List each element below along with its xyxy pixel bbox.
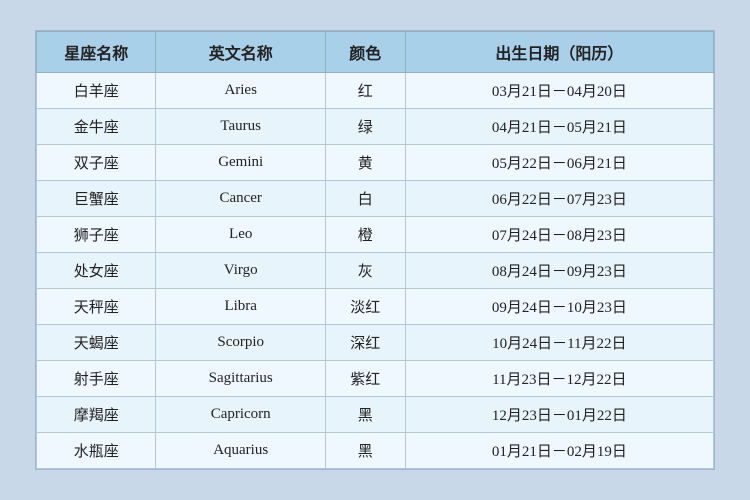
cell-color: 紫红 (325, 361, 405, 397)
table-row: 金牛座Taurus绿04月21日－05月21日 (37, 109, 714, 145)
cell-en: Taurus (156, 109, 325, 145)
cell-date: 08月24日－09月23日 (405, 253, 713, 289)
cell-zh: 双子座 (37, 145, 156, 181)
cell-en: Virgo (156, 253, 325, 289)
cell-zh: 白羊座 (37, 73, 156, 109)
table-row: 水瓶座Aquarius黑01月21日－02月19日 (37, 433, 714, 469)
table-row: 天蝎座Scorpio深红10月24日－11月22日 (37, 325, 714, 361)
cell-color: 灰 (325, 253, 405, 289)
cell-en: Sagittarius (156, 361, 325, 397)
table-header-row: 星座名称 英文名称 颜色 出生日期（阳历） (37, 32, 714, 73)
header-en: 英文名称 (156, 32, 325, 73)
cell-date: 06月22日－07月23日 (405, 181, 713, 217)
table-row: 处女座Virgo灰08月24日－09月23日 (37, 253, 714, 289)
cell-zh: 天秤座 (37, 289, 156, 325)
cell-date: 12月23日－01月22日 (405, 397, 713, 433)
cell-date: 04月21日－05月21日 (405, 109, 713, 145)
table-row: 摩羯座Capricorn黑12月23日－01月22日 (37, 397, 714, 433)
zodiac-table: 星座名称 英文名称 颜色 出生日期（阳历） 白羊座Aries红03月21日－04… (36, 31, 714, 469)
cell-zh: 巨蟹座 (37, 181, 156, 217)
cell-zh: 天蝎座 (37, 325, 156, 361)
header-color: 颜色 (325, 32, 405, 73)
cell-en: Libra (156, 289, 325, 325)
table-row: 双子座Gemini黄05月22日－06月21日 (37, 145, 714, 181)
cell-date: 09月24日－10月23日 (405, 289, 713, 325)
cell-zh: 摩羯座 (37, 397, 156, 433)
cell-zh: 狮子座 (37, 217, 156, 253)
cell-zh: 金牛座 (37, 109, 156, 145)
cell-color: 黑 (325, 397, 405, 433)
cell-color: 淡红 (325, 289, 405, 325)
cell-en: Aquarius (156, 433, 325, 469)
cell-date: 01月21日－02月19日 (405, 433, 713, 469)
cell-color: 黄 (325, 145, 405, 181)
table-row: 白羊座Aries红03月21日－04月20日 (37, 73, 714, 109)
cell-date: 10月24日－11月22日 (405, 325, 713, 361)
cell-date: 05月22日－06月21日 (405, 145, 713, 181)
cell-color: 黑 (325, 433, 405, 469)
cell-zh: 射手座 (37, 361, 156, 397)
cell-color: 红 (325, 73, 405, 109)
table-row: 巨蟹座Cancer白06月22日－07月23日 (37, 181, 714, 217)
cell-zh: 水瓶座 (37, 433, 156, 469)
cell-date: 03月21日－04月20日 (405, 73, 713, 109)
cell-en: Cancer (156, 181, 325, 217)
cell-date: 11月23日－12月22日 (405, 361, 713, 397)
cell-color: 深红 (325, 325, 405, 361)
table-row: 狮子座Leo橙07月24日－08月23日 (37, 217, 714, 253)
cell-en: Capricorn (156, 397, 325, 433)
cell-zh: 处女座 (37, 253, 156, 289)
header-date: 出生日期（阳历） (405, 32, 713, 73)
cell-en: Scorpio (156, 325, 325, 361)
zodiac-table-container: 星座名称 英文名称 颜色 出生日期（阳历） 白羊座Aries红03月21日－04… (35, 30, 715, 470)
table-row: 射手座Sagittarius紫红11月23日－12月22日 (37, 361, 714, 397)
cell-date: 07月24日－08月23日 (405, 217, 713, 253)
cell-en: Gemini (156, 145, 325, 181)
cell-color: 白 (325, 181, 405, 217)
cell-en: Aries (156, 73, 325, 109)
cell-color: 绿 (325, 109, 405, 145)
cell-en: Leo (156, 217, 325, 253)
cell-color: 橙 (325, 217, 405, 253)
header-zh: 星座名称 (37, 32, 156, 73)
table-row: 天秤座Libra淡红09月24日－10月23日 (37, 289, 714, 325)
